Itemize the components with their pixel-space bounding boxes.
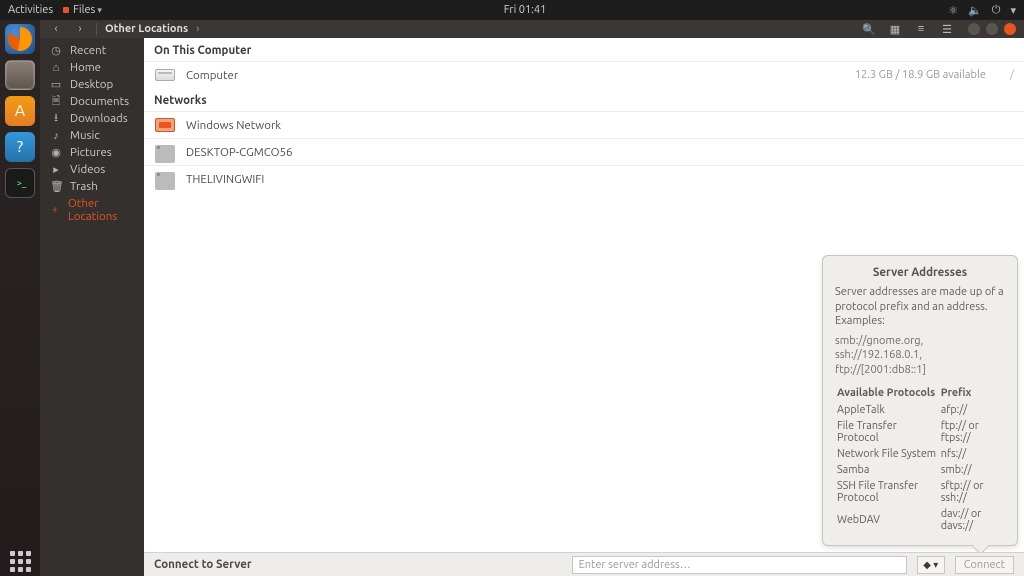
popover-description: Server addresses are made up of a protoc… [835,285,1005,328]
chevron-right-icon: › [196,23,199,35]
server-icon [155,172,175,186]
sidebar-item-label: Home [70,61,101,74]
power-icon: ⏻ [992,4,1001,17]
search-icon: 🔍 [862,23,876,36]
connect-label: Connect to Server [154,558,252,571]
sidebar-item[interactable]: 🗑 Trash [40,178,144,195]
sidebar-item-label: Downloads [70,112,128,125]
table-row: File Transfer Protocolftp:// or ftps:// [837,419,1003,445]
section-header: Networks [144,88,1024,111]
popover-examples: smb://gnome.org, ssh://192.168.0.1, ftp:… [835,334,1005,377]
protocols-table: Available ProtocolsPrefix AppleTalkafp:/… [835,385,1005,535]
row-label: Windows Network [186,119,281,132]
table-row: AppleTalkafp:// [837,403,1003,417]
list-icon: ≡ [918,23,924,35]
sidebar-item-label: Documents [70,95,129,108]
grid-icon: ▦ [890,23,900,36]
dock-app-files[interactable] [5,60,35,90]
location-row-computer[interactable]: Computer 12.3 GB / 18.9 GB available/ [144,61,1024,88]
row-label: Computer [186,69,238,82]
view-list-button[interactable]: ≡ [912,21,930,37]
sidebar-item[interactable]: ◷ Recent [40,42,144,59]
sidebar-item-label: Pictures [70,146,112,159]
gnome-top-bar: Activities Files Fri 01:41 ⚛ 🔈 ⏻ ▾ [0,0,1024,20]
sidebar-item-label: Recent [70,44,106,57]
plus-icon: + [50,204,60,216]
sidebar-item-label: Videos [70,163,105,176]
content-pane: On This Computer Computer 12.3 GB / 18.9… [144,38,1024,576]
connect-to-server-bar: Connect to Server ◆ ▾ Connect [144,552,1024,576]
sidebar-item[interactable]: ♪ Music [40,127,144,144]
recent-servers-button[interactable]: ◆ ▾ [917,556,945,574]
place-icon: ⭳ [50,109,62,128]
app-menu-button[interactable]: Files [63,4,102,16]
location-row-network[interactable]: Windows Network [144,111,1024,138]
nav-forward-button[interactable]: › [72,21,88,37]
sidebar-item[interactable]: ⭳ Downloads [40,110,144,127]
place-icon: ◷ [50,44,62,57]
place-icon: ▸ [50,163,62,176]
sidebar-item-label: Music [70,129,100,142]
activities-button[interactable]: Activities [8,4,53,16]
system-status-area[interactable]: ⚛ 🔈 ⏻ ▾ [948,4,1016,17]
server-address-input[interactable] [572,556,907,574]
drive-icon [155,69,175,81]
path-crumb[interactable]: Other Locations [105,23,188,35]
place-icon: 🗑 [50,180,62,193]
header-bar: ‹ › Other Locations › 🔍 ▦ ≡ ☰ [40,20,1024,38]
sidebar-item[interactable]: 🗎Documents [40,93,144,110]
window-minimize-button[interactable] [968,23,980,35]
place-icon: ▭ [50,78,62,91]
location-row-network[interactable]: THELIVINGWIFI [144,165,1024,192]
sidebar-item-label: Other Locations [68,197,136,223]
table-row: Sambasmb:// [837,463,1003,477]
sidebar-item[interactable]: ⌂ Home [40,59,144,76]
connect-button[interactable]: Connect [955,556,1014,574]
disk-usage: 12.3 GB / 18.9 GB available/ [855,69,1014,81]
table-row: Network File Systemnfs:// [837,447,1003,461]
windows-network-icon [155,118,175,132]
clock[interactable]: Fri 01:41 [102,4,948,16]
chevron-down-icon: ▾ [1010,4,1016,17]
files-window: ‹ › Other Locations › 🔍 ▦ ≡ ☰ ◷ Recent ⌂ Ho… [40,20,1024,576]
places-sidebar: ◷ Recent ⌂ Home ▭ Desktop 🗎Documents⭳ Downloads… [40,38,144,576]
dock-app-software[interactable]: A [5,96,35,126]
place-icon: ◉ [50,146,62,159]
dock-app-help[interactable]: ? [5,132,35,162]
place-icon: ♪ [50,130,62,142]
sidebar-item-other-locations[interactable]: + Other Locations [40,201,144,218]
network-icon: ⚛ [948,4,958,17]
nav-back-button[interactable]: ‹ [48,21,64,37]
window-close-button[interactable] [1004,23,1016,35]
place-icon: ⌂ [50,62,62,74]
hamburger-menu-button[interactable]: ☰ [938,21,956,37]
sidebar-item[interactable]: ◉ Pictures [40,144,144,161]
search-button[interactable]: 🔍 [860,21,878,37]
menu-icon: ☰ [942,23,952,36]
sidebar-item[interactable]: ▭ Desktop [40,76,144,93]
show-applications-button[interactable] [5,546,35,576]
view-grid-button[interactable]: ▦ [886,21,904,37]
table-row: WebDAVdav:// or davs:// [837,507,1003,533]
dock-app-firefox[interactable] [5,24,35,54]
dock-app-terminal[interactable]: >_ [5,168,35,198]
section-header: On This Computer [144,38,1024,61]
window-maximize-button[interactable] [986,23,998,35]
table-row: SSH File Transfer Protocolsftp:// or ssh… [837,479,1003,505]
sidebar-item-label: Trash [70,180,98,193]
server-addresses-popover: Server Addresses Server addresses are ma… [822,255,1018,546]
volume-icon: 🔈 [968,4,982,17]
row-label: DESKTOP-CGMCO56 [186,146,293,159]
row-label: THELIVINGWIFI [186,173,264,186]
location-row-network[interactable]: DESKTOP-CGMCO56 [144,138,1024,165]
sidebar-item[interactable]: ▸ Videos [40,161,144,178]
popover-title: Server Addresses [835,266,1005,279]
launcher-dock: A ? >_ [0,20,40,576]
sidebar-item-label: Desktop [70,78,113,91]
server-icon [155,145,175,159]
